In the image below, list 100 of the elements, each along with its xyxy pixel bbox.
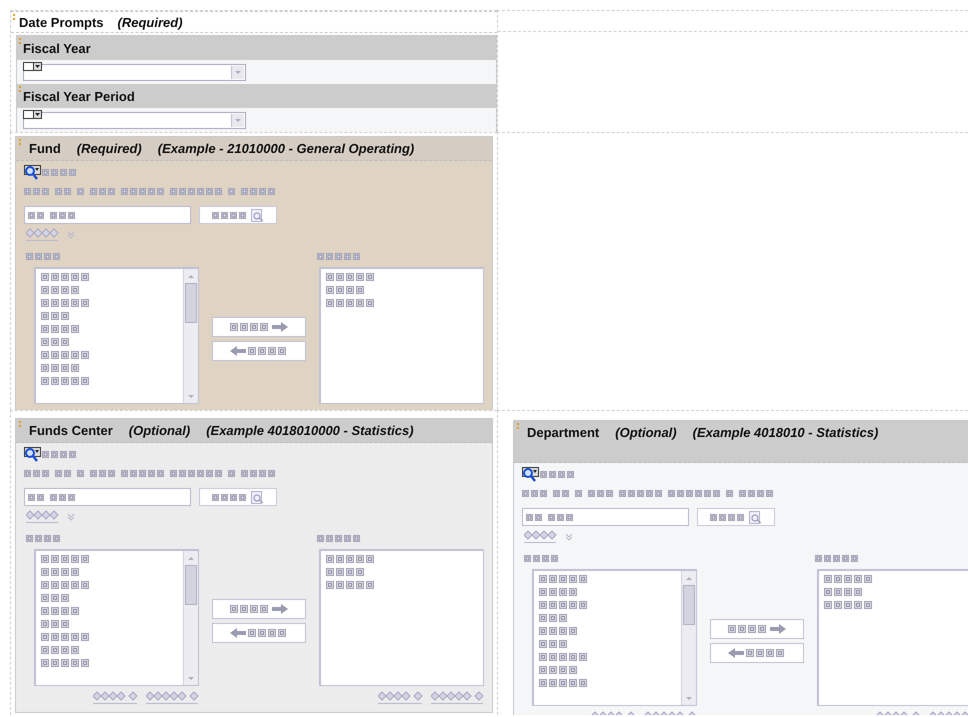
right-arrow-icon [770, 624, 786, 634]
greeked-text-drawing [524, 555, 560, 562]
greeked-text-drawing [824, 601, 874, 609]
search-button[interactable] [697, 508, 775, 526]
prompt-note: (Optional) [128, 423, 190, 438]
search-icon [749, 510, 762, 524]
insert-button[interactable] [710, 618, 804, 638]
scrollbar[interactable] [183, 551, 198, 685]
diamond-link-drawing [93, 691, 138, 704]
remove-button[interactable] [212, 340, 306, 360]
greeked-text-drawing [41, 273, 91, 281]
greeked-text-drawing [710, 514, 746, 520]
remove-button[interactable] [212, 622, 306, 642]
results-list[interactable] [34, 549, 199, 686]
prompt-note: (Optional) [615, 425, 677, 440]
scrollbar-thumb[interactable] [185, 565, 197, 605]
keywords-field[interactable] [522, 508, 689, 526]
greeked-text-drawing [41, 633, 91, 641]
greeked-text-drawing [42, 451, 78, 458]
required-note: (Required) [118, 14, 183, 30]
double-chevron-icon [67, 512, 75, 520]
greeked-text-drawing [815, 555, 860, 562]
choices-list[interactable] [319, 267, 484, 404]
greeked-text-drawing [326, 568, 366, 576]
choices-list[interactable] [817, 569, 968, 706]
greeked-text-drawing [41, 594, 71, 602]
greeked-text-drawing [41, 568, 81, 576]
search-icon [24, 165, 42, 180]
greeked-text-drawing [326, 555, 376, 563]
greeked-text-drawing [540, 471, 576, 478]
greeked-text-drawing [539, 679, 589, 687]
prompt-example: (Example 4018010 - Statistics) [692, 425, 878, 440]
search-icon [24, 447, 42, 462]
diamond-link-drawing [146, 691, 199, 704]
results-list[interactable] [34, 267, 199, 404]
choices-list[interactable] [319, 549, 484, 686]
greeked-text-drawing [230, 604, 270, 612]
scrollbar[interactable] [681, 571, 696, 705]
greeked-text-drawing [539, 627, 579, 635]
results-list[interactable] [532, 569, 697, 706]
greeked-text-drawing [41, 299, 91, 307]
prompt-example: (Example - 21010000 - General Operating) [158, 141, 414, 156]
dropdown-field[interactable] [23, 112, 246, 129]
double-chevron-icon [67, 230, 75, 238]
right-arrow-icon [272, 322, 288, 332]
greeked-text-drawing [41, 555, 91, 563]
search-icon [251, 490, 264, 504]
greeked-text-drawing [41, 646, 81, 654]
keywords-field[interactable] [24, 488, 191, 506]
greeked-text-drawing [41, 338, 71, 346]
left-arrow-icon [230, 346, 246, 356]
diamond-link-drawing [26, 510, 59, 523]
field-label: Fiscal Year [23, 40, 91, 56]
prompt-title: Fund [29, 141, 61, 156]
greeked-text-drawing [248, 628, 288, 636]
greeked-text-drawing [539, 640, 569, 648]
remove-button[interactable] [710, 642, 804, 662]
greeked-text-drawing [326, 273, 376, 281]
scrollbar-thumb[interactable] [683, 585, 695, 625]
greeked-text-drawing [41, 325, 81, 333]
greeked-text-drawing [26, 535, 62, 542]
greeked-text-drawing [248, 346, 288, 354]
double-chevron-icon [565, 532, 573, 540]
insert-button[interactable] [212, 598, 306, 618]
greeked-text-drawing [42, 169, 78, 176]
prompt-title: Department [527, 425, 600, 440]
greeked-text-drawing [317, 253, 362, 260]
greeked-text-drawing [539, 614, 569, 622]
search-button[interactable] [199, 206, 277, 224]
greeked-text-drawing [539, 666, 579, 674]
left-arrow-icon [230, 628, 246, 638]
greeked-text-drawing [539, 588, 579, 596]
greeked-text-drawing [212, 494, 248, 500]
greeked-text-drawing [41, 364, 81, 372]
prompt-example: (Example 4018010000 - Statistics) [206, 423, 414, 438]
keywords-field[interactable] [24, 206, 191, 224]
insert-button[interactable] [212, 316, 306, 336]
greeked-text-drawing [539, 653, 589, 661]
left-arrow-icon [728, 648, 744, 658]
greeked-text-drawing [326, 581, 376, 589]
dropdown-field[interactable] [23, 64, 246, 81]
search-icon [522, 467, 540, 482]
diamond-link-drawing [378, 691, 423, 704]
greeked-text-drawing [728, 624, 768, 632]
scrollbar-thumb[interactable] [185, 283, 197, 323]
greeked-text-drawing [824, 588, 864, 596]
greeked-text-drawing [41, 581, 91, 589]
greeked-text-drawing [41, 312, 71, 320]
greeked-text-drawing [41, 351, 91, 359]
prompt-title: Funds Center [29, 423, 113, 438]
section-title: Date Prompts [19, 14, 104, 30]
greeked-text-drawing [41, 377, 91, 385]
greeked-text-drawing [41, 659, 91, 667]
greeked-text-drawing [317, 535, 362, 542]
scrollbar[interactable] [183, 269, 198, 403]
greeked-text-drawing [326, 286, 366, 294]
search-button[interactable] [199, 488, 277, 506]
field-label: Fiscal Year Period [23, 88, 135, 104]
greeked-text-drawing [26, 253, 62, 260]
greeked-text-drawing [41, 286, 81, 294]
